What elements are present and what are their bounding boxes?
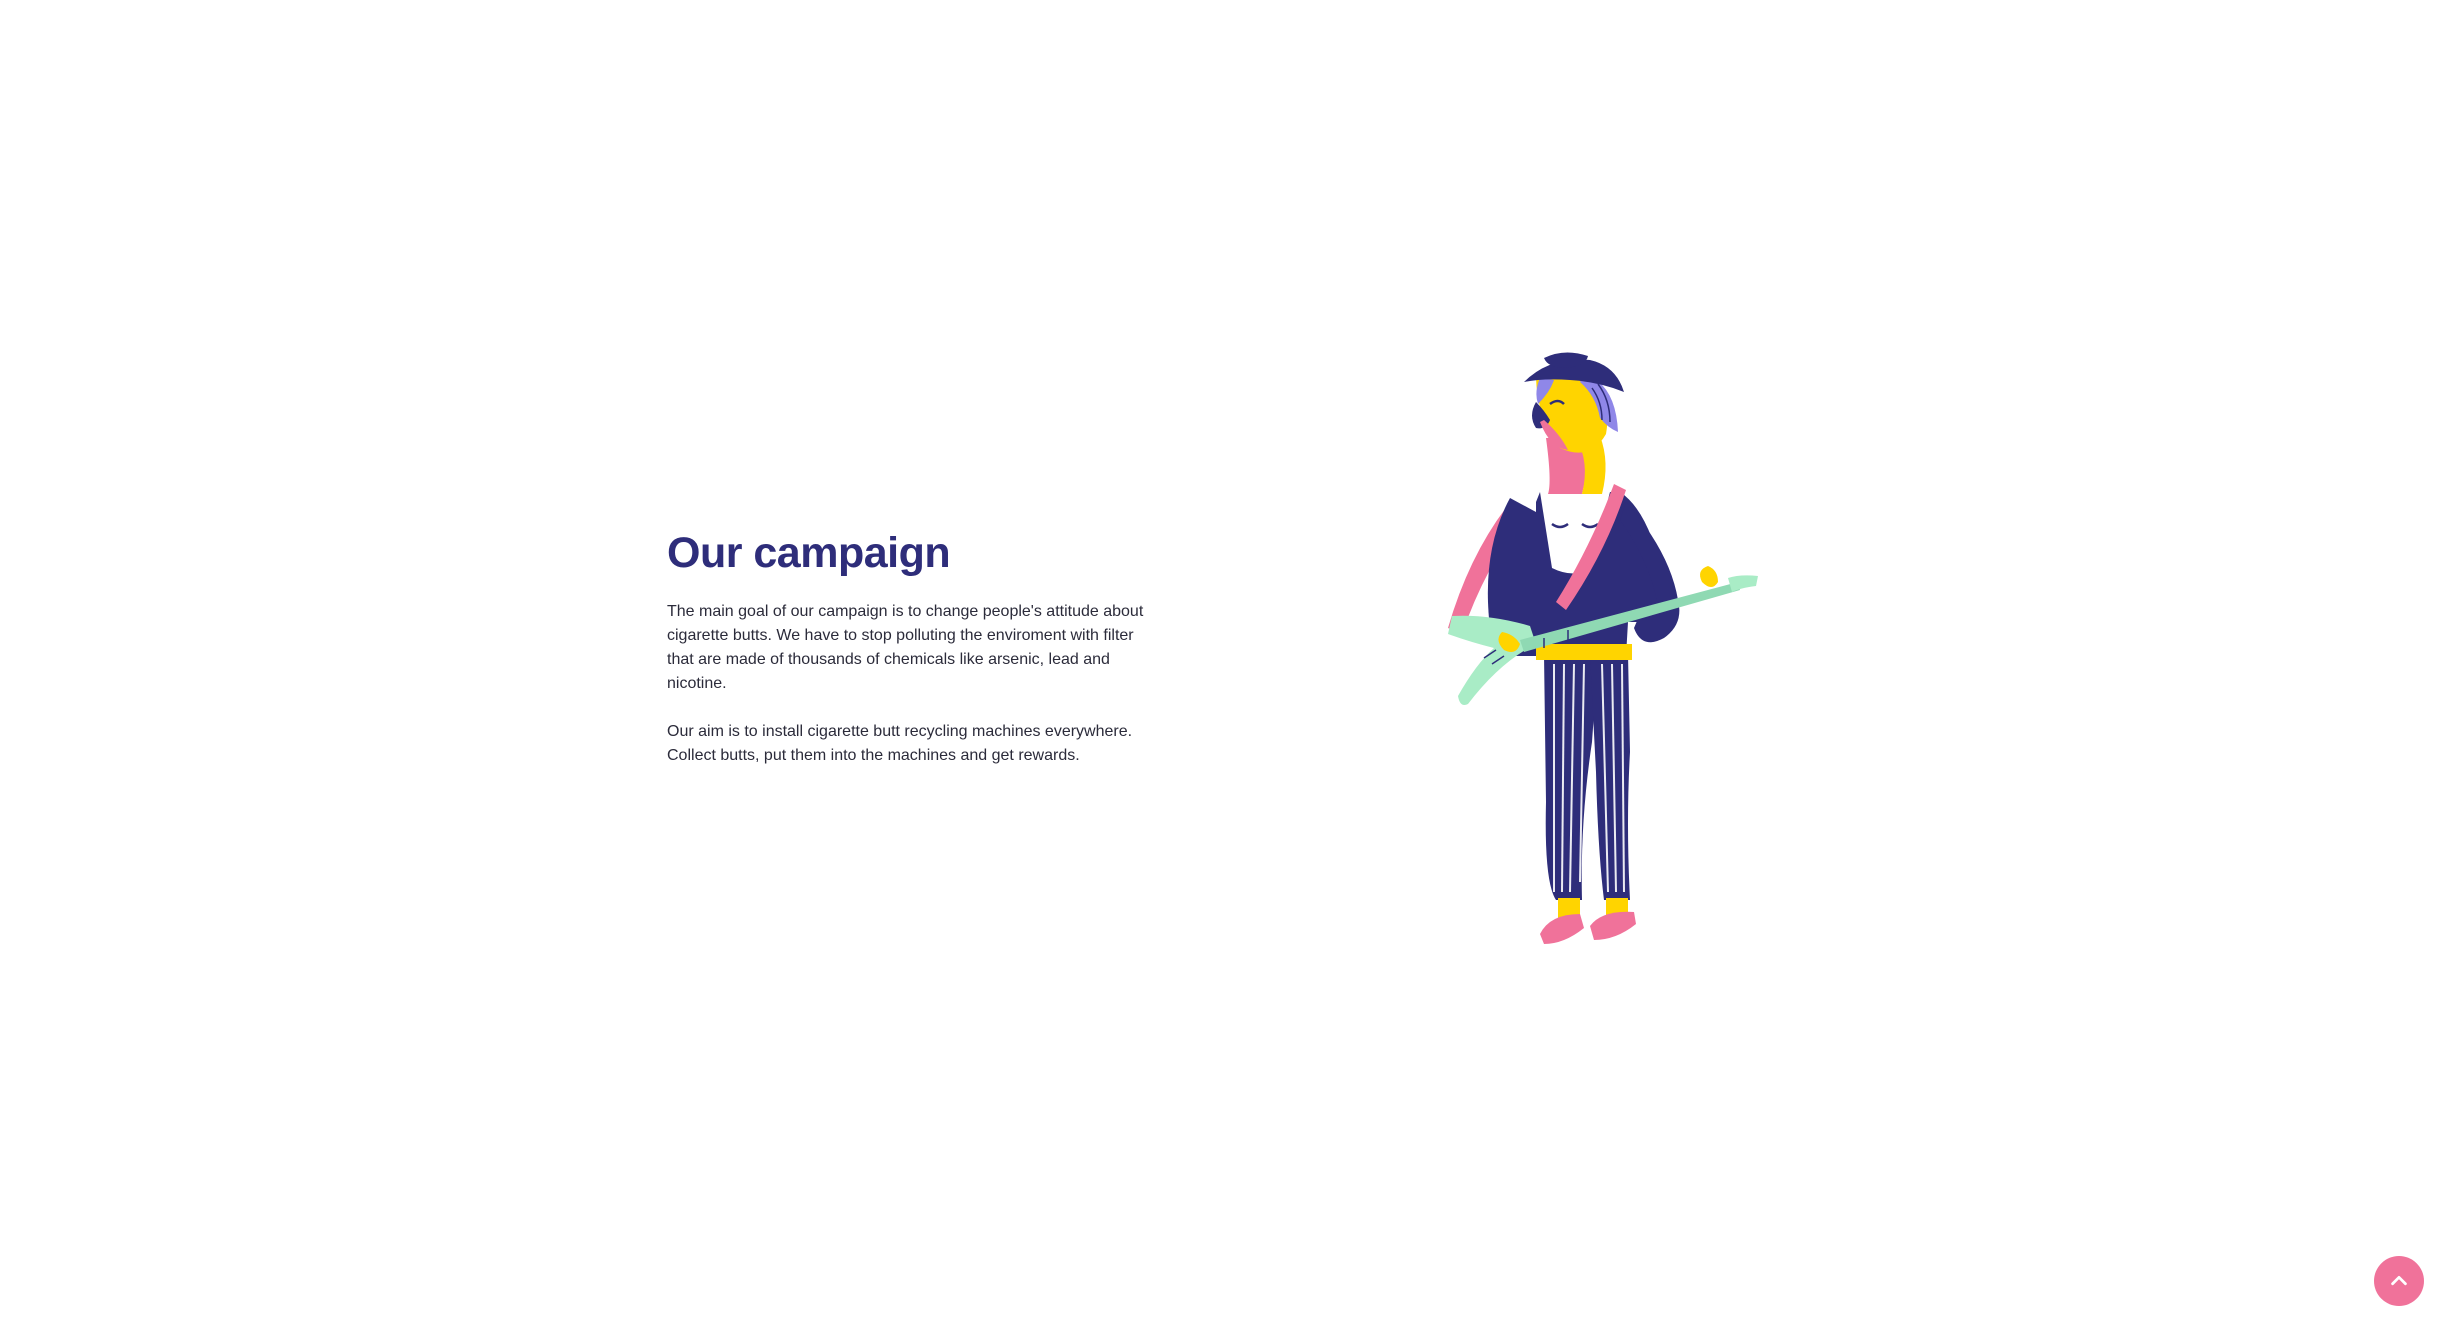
- campaign-paragraph-aim: Our aim is to install cigarette butt rec…: [667, 722, 1133, 764]
- chevron-up-icon: [2391, 1275, 2407, 1286]
- campaign-paragraph-goal: The main goal of our campaign is to chan…: [667, 602, 1144, 692]
- guitar-player-illustration: [1440, 352, 1780, 952]
- campaign-text-block: Our campaign The main goal of our campai…: [667, 528, 1147, 792]
- campaign-section: Our campaign The main goal of our campai…: [0, 0, 2442, 1324]
- scroll-top-button[interactable]: [2374, 1256, 2424, 1306]
- section-title: Our campaign: [667, 529, 951, 577]
